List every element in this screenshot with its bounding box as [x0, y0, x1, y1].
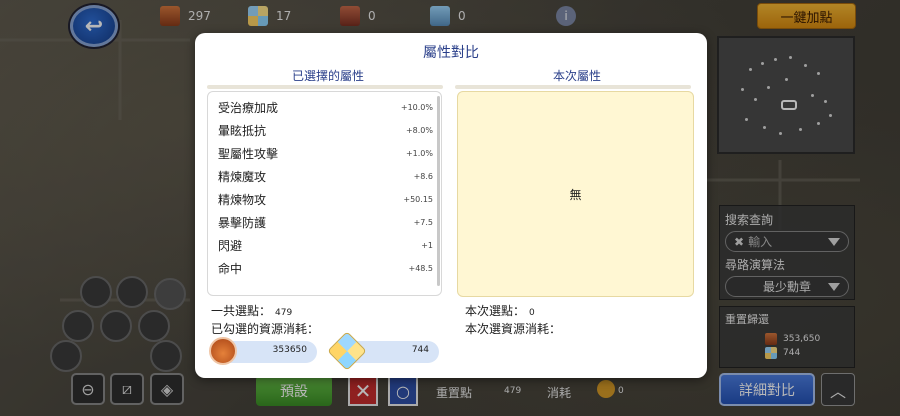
list-item: 聖屬性攻擊 +1.0%	[218, 147, 433, 161]
list-item: 暈眩抵抗 +8.0%	[218, 124, 433, 138]
current-attributes-box: 無	[457, 91, 694, 297]
list-item: 命中 +48.5	[218, 262, 433, 276]
crystal-cost-pill: 744	[327, 331, 439, 371]
selected-attributes-header: 已選擇的屬性	[291, 69, 364, 83]
this-points: 本次選點： 0	[465, 304, 535, 318]
total-points: 一共選點： 479	[211, 304, 293, 318]
this-cost-label: 本次選資源消耗：	[465, 322, 562, 336]
current-attributes-header: 本次屬性	[552, 69, 601, 83]
list-item: 閃避 +1	[218, 239, 433, 253]
list-item: 受治療加成 +10.0%	[218, 101, 433, 115]
game-screen: ↩ 297 17 0 0 i 一鍵加點 搜索查詢 ✖ 輸入 尋路演算法 最少勳章…	[0, 0, 900, 416]
dialog-title: 屬性對比	[423, 45, 479, 61]
medal-cost-pill: 353650	[209, 337, 317, 365]
divider	[207, 85, 443, 89]
none-text: 無	[569, 187, 582, 202]
list-item: 暴擊防護 +7.5	[218, 216, 433, 230]
scrollbar[interactable]	[437, 96, 440, 286]
crystal-icon	[327, 331, 367, 371]
list-item: 精煉魔攻 +8.6	[218, 170, 433, 184]
attribute-compare-dialog: 屬性對比 已選擇的屬性 本次屬性 受治療加成 +10.0% 暈眩抵抗 +8.0%…	[195, 33, 707, 378]
checked-cost-label: 已勾選的資源消耗：	[211, 322, 320, 336]
list-item: 精煉物攻 +50.15	[218, 193, 433, 207]
divider	[455, 85, 691, 89]
medal-icon	[209, 337, 237, 365]
selected-attributes-list[interactable]: 受治療加成 +10.0% 暈眩抵抗 +8.0% 聖屬性攻擊 +1.0% 精煉魔攻…	[207, 91, 442, 296]
